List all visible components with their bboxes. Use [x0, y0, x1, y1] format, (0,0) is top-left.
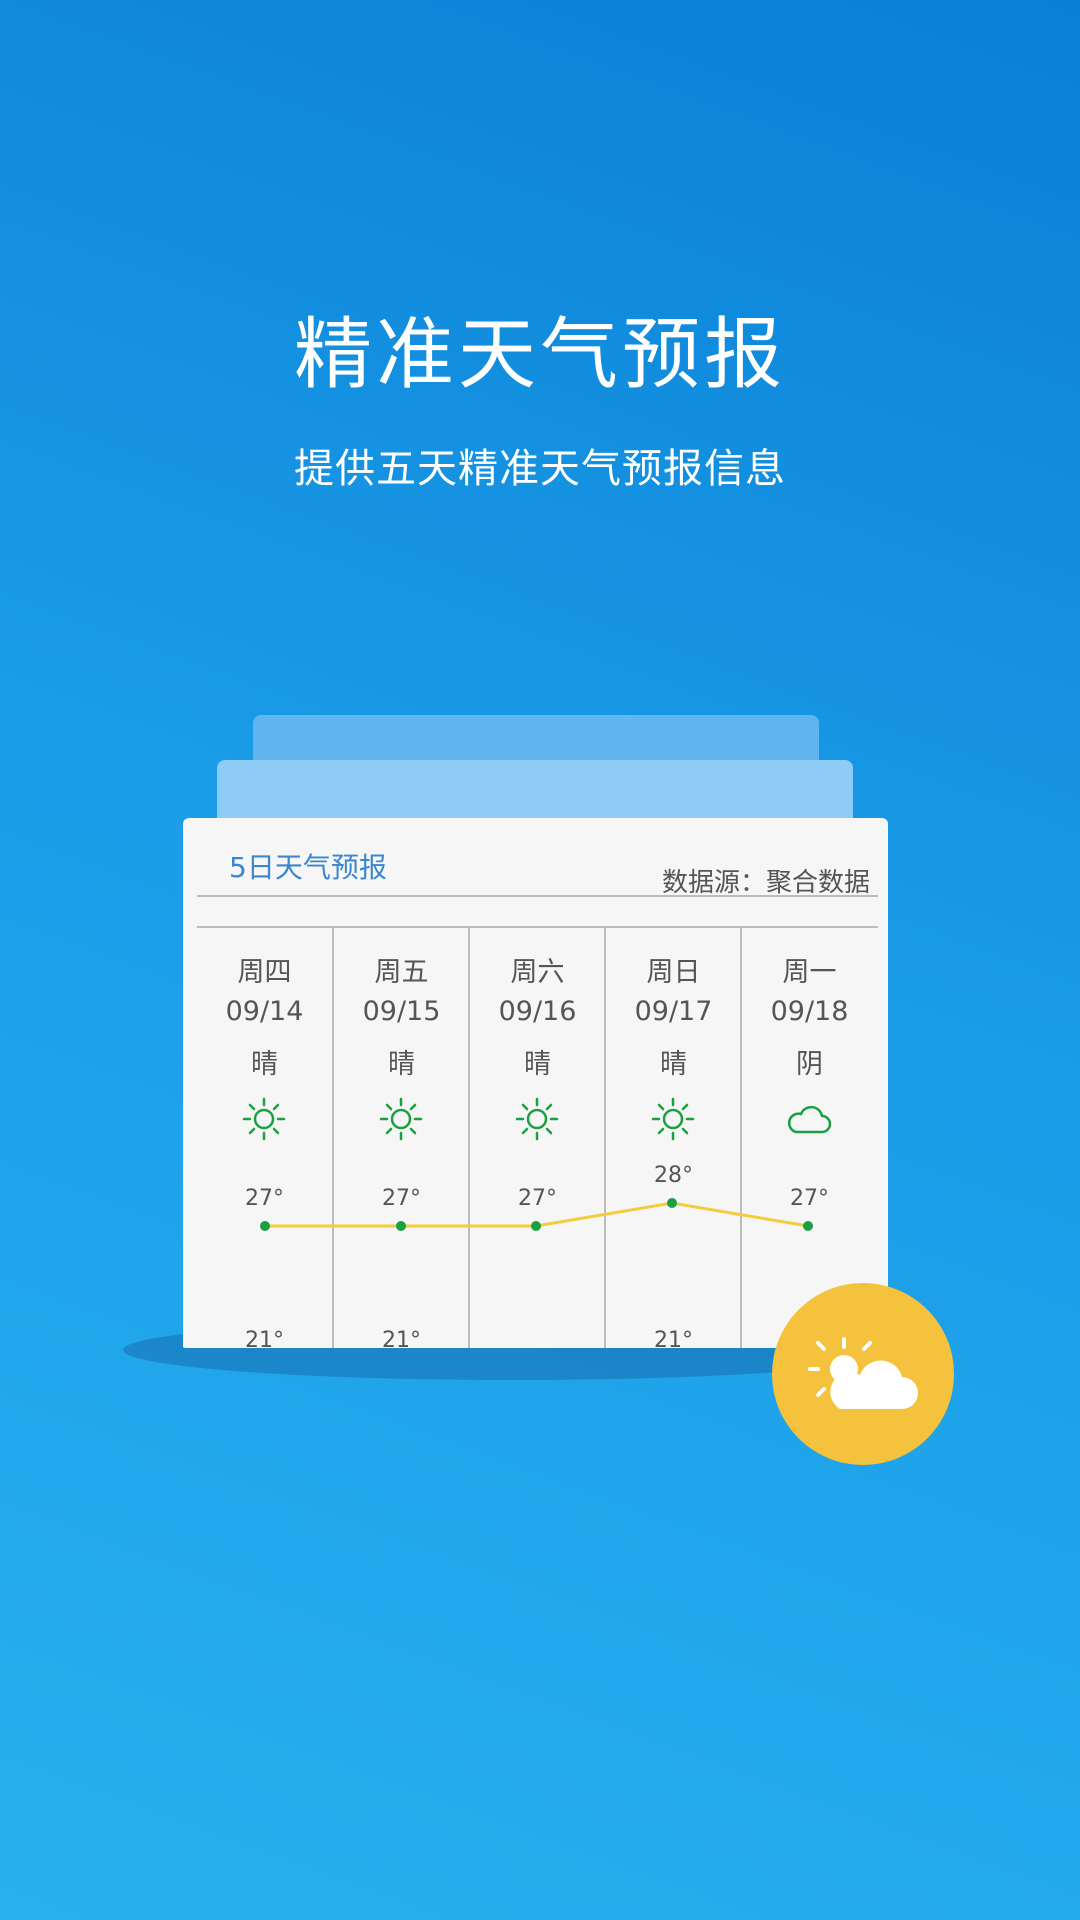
temp-point [260, 1221, 270, 1231]
temp-point [667, 1198, 677, 1208]
weather-badge [772, 1283, 954, 1465]
page-subtitle: 提供五天精准天气预报信息 [294, 446, 786, 492]
forecast-card: 5日天气预报 数据源：聚合数据 周四 09/14 晴 27° 21° 周五 09… [183, 818, 888, 1348]
page-title: 精准天气预报 [293, 310, 786, 400]
temp-point [396, 1221, 406, 1231]
high-temp-trend-line [260, 1198, 813, 1231]
temp-point [531, 1221, 541, 1231]
temp-point [803, 1221, 813, 1231]
partly-cloudy-icon [808, 1337, 918, 1409]
